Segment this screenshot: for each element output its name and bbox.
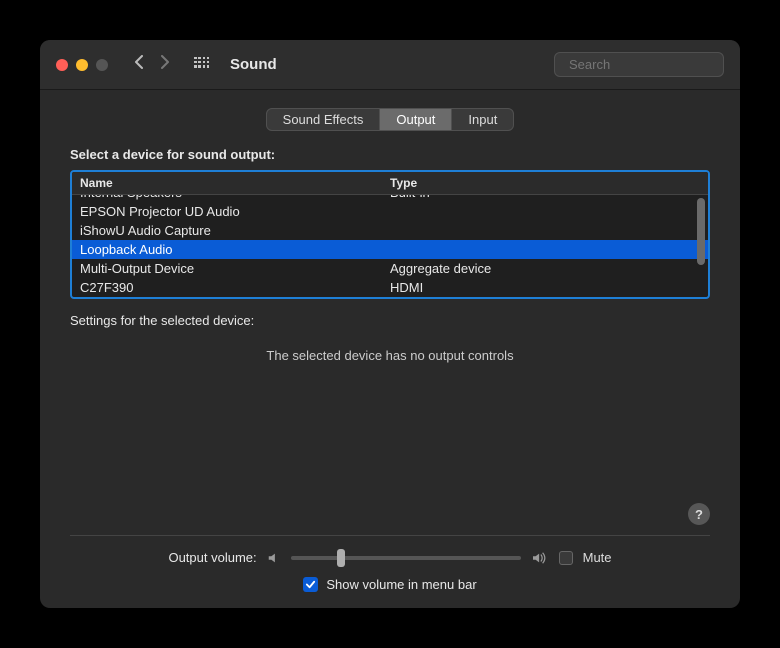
forward-button[interactable] [154,55,176,74]
tab-sound-effects[interactable]: Sound Effects [267,109,381,130]
scrollbar-track[interactable] [697,198,705,294]
minimize-button[interactable] [76,59,88,71]
menubar-label: Show volume in menu bar [326,577,476,592]
device-list-header: Name Type [72,172,708,195]
no-controls-message: The selected device has no output contro… [70,340,710,371]
volume-slider[interactable] [291,556,521,560]
device-name: C27F390 [72,276,382,297]
device-type [382,227,708,235]
zoom-button[interactable] [96,59,108,71]
volume-slider-thumb[interactable] [337,549,345,567]
settings-heading: Settings for the selected device: [70,313,710,328]
window-title: Sound [230,56,546,73]
window-controls [56,59,108,71]
divider [70,535,710,536]
search-input[interactable] [569,57,740,72]
tab-group: Sound EffectsOutputInput [70,108,710,131]
device-list: Name Type Internal SpeakersBuilt-inEPSON… [70,170,710,299]
show-all-icon[interactable] [194,57,210,73]
column-header-name[interactable]: Name [72,172,382,194]
column-header-type[interactable]: Type [382,172,708,194]
device-type: HDMI [382,276,708,297]
volume-low-icon [267,551,281,565]
device-row[interactable]: C27F390HDMI [72,278,708,297]
content-area: Sound EffectsOutputInput Select a device… [40,90,740,608]
scrollbar-thumb[interactable] [697,198,705,265]
device-type [382,208,708,216]
device-type: Built-in [382,195,708,204]
output-volume-row: Output volume: Mute [70,550,710,565]
segmented-control: Sound EffectsOutputInput [266,108,515,131]
nav-arrows [128,55,176,74]
back-button[interactable] [128,55,150,74]
close-button[interactable] [56,59,68,71]
volume-high-icon [531,551,549,565]
help-button[interactable]: ? [688,503,710,525]
menubar-row: Show volume in menu bar [70,577,710,592]
mute-checkbox[interactable] [559,551,573,565]
device-type [382,246,708,254]
tab-input[interactable]: Input [452,109,513,130]
sound-preferences-window: Sound Sound EffectsOutputInput Select a … [40,40,740,608]
tab-output[interactable]: Output [380,109,452,130]
titlebar: Sound [40,40,740,90]
device-rows: Internal SpeakersBuilt-inEPSON Projector… [72,195,708,297]
section-heading: Select a device for sound output: [70,147,710,162]
checkmark-icon [305,579,316,590]
settings-area: ? [70,371,710,525]
menubar-checkbox[interactable] [303,577,318,592]
output-volume-label: Output volume: [168,550,256,565]
mute-label: Mute [583,550,612,565]
device-rows-viewport: Internal SpeakersBuilt-inEPSON Projector… [72,195,708,297]
search-field[interactable] [554,52,724,77]
